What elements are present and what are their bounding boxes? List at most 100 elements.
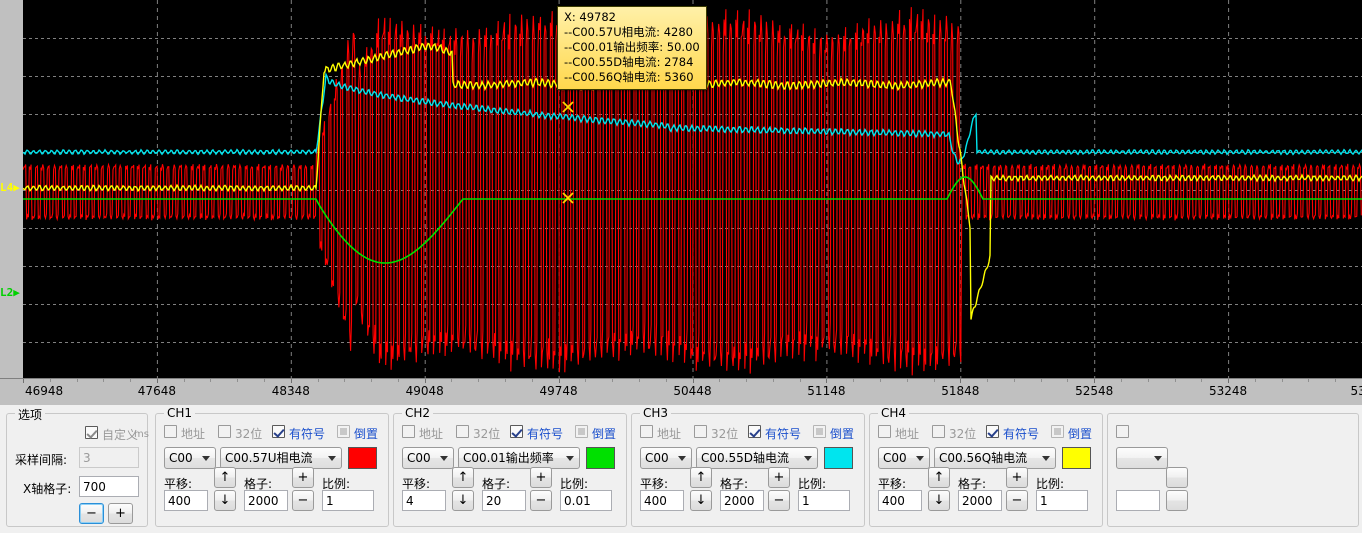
x-tick-mark [960, 379, 962, 383]
ch4-grid-decrease-button[interactable]: − [1006, 490, 1028, 511]
ch4-scale-input[interactable]: 1 [1036, 490, 1088, 511]
ch1-shift-up-button[interactable]: ↑ [214, 467, 236, 488]
ch1-shift-input[interactable]: 400 [164, 490, 208, 511]
ch1-grid-decrease-button[interactable]: − [292, 490, 314, 511]
ch2-shift-input[interactable]: 4 [402, 490, 446, 511]
ch3-shift-input[interactable]: 400 [640, 490, 684, 511]
ch4-shift-down-button[interactable]: ↓ [928, 490, 950, 511]
ch2-grid-input[interactable]: 20 [482, 490, 526, 511]
ch2-signed-checkbox[interactable] [510, 425, 523, 438]
ch1-signed-checkbox[interactable] [272, 425, 285, 438]
ch2-group-select[interactable]: C00 [402, 447, 454, 469]
ch4-invert-checkbox[interactable] [1051, 425, 1064, 438]
ch1-shift-down-button[interactable]: ↓ [214, 490, 236, 511]
sample-interval-input[interactable]: 3 [79, 447, 139, 468]
x-tick-minor [344, 379, 346, 382]
ch3-invert-checkbox[interactable] [813, 425, 826, 438]
ch1-32bit-checkbox[interactable] [218, 425, 231, 438]
ch2-32bit-checkbox[interactable] [456, 425, 469, 438]
ch3-32bit-checkbox[interactable] [694, 425, 707, 438]
x-tick-minor [210, 379, 212, 382]
x-tick-label: 47648 [137, 384, 176, 398]
x-tick-minor [183, 379, 185, 382]
ch4-grid-input[interactable]: 2000 [958, 490, 1002, 511]
x-tick-minor [1201, 379, 1203, 382]
x-tick-minor [585, 379, 587, 382]
ch4-grid-increase-button[interactable]: + [1006, 467, 1028, 488]
ch4-address-checkbox[interactable] [878, 425, 891, 438]
ch3-address-label: 地址 [657, 427, 682, 441]
custom-interval-checkbox[interactable] [85, 426, 98, 439]
ch4-group-select[interactable]: C00 [878, 447, 930, 469]
ch2-color-swatch[interactable] [586, 447, 615, 469]
x-tick-mark [23, 379, 24, 383]
ch3-shift-up-button[interactable]: ↑ [690, 467, 712, 488]
ch3-parameter-select[interactable]: C00.55D轴电流 [696, 447, 818, 469]
ch3-signed-checkbox[interactable] [748, 425, 761, 438]
channel-marker-l4[interactable]: L4▶ [0, 182, 20, 193]
ch4-signed-label: 有符号 [1003, 427, 1040, 441]
ch3-shift-down-button[interactable]: ↓ [690, 490, 712, 511]
x-tick-minor [478, 379, 480, 382]
ch5-address-checkbox[interactable] [1116, 425, 1129, 438]
ch4-shift-up-button[interactable]: ↑ [928, 467, 950, 488]
ch2-parameter-select[interactable]: C00.01输出频率 [458, 447, 580, 469]
x-tick-minor [933, 379, 935, 382]
ch4-color-swatch[interactable] [1062, 447, 1091, 469]
ch5-shift-up-button[interactable] [1166, 467, 1188, 488]
x-tick-mark [290, 379, 292, 383]
ch4-32bit-checkbox[interactable] [932, 425, 945, 438]
options-group: 选项 自定义 ms 采样间隔: 3 X轴格子: 700 − + [6, 406, 149, 527]
cursor-x-marker[interactable] [562, 192, 574, 204]
ch2-shift-down-button[interactable]: ↓ [452, 490, 474, 511]
channel-group-ch5-partial [1107, 413, 1359, 527]
ch5-group-select[interactable] [1116, 447, 1168, 469]
x-tick-label: 53248 [1209, 384, 1248, 398]
arrow-up-icon: ↑ [695, 470, 707, 485]
waveform-monitor-window: L4▶ L2▶ X: 49782 --C00.57U相电流: 4280 --C0… [0, 0, 1362, 533]
ch3-grid-increase-button[interactable]: + [768, 467, 790, 488]
ch1-grid-increase-button[interactable]: + [292, 467, 314, 488]
ch1-address-checkbox[interactable] [164, 425, 177, 438]
ch2-shift-up-button[interactable]: ↑ [452, 467, 474, 488]
ch2-scale-input[interactable]: 0.01 [560, 490, 612, 511]
ch4-parameter-select[interactable]: C00.56Q轴电流 [934, 447, 1056, 469]
ch1-scale-input[interactable]: 1 [322, 490, 374, 511]
x-tick-label: 51848 [941, 384, 980, 398]
channel-4-title: CH4 [878, 406, 910, 420]
x-grid-label: X轴格子: [23, 482, 72, 496]
x-grid-increase-button[interactable]: + [108, 503, 133, 524]
tooltip-line-ch3: --C00.55D轴电流: 2784 [564, 55, 694, 69]
ch3-color-swatch[interactable] [824, 447, 853, 469]
ch3-grid-decrease-button[interactable]: − [768, 490, 790, 511]
x-grid-decrease-button[interactable]: − [79, 503, 104, 524]
ch3-scale-input[interactable]: 1 [798, 490, 850, 511]
channel-group-ch2: CH2 地址 32位 有符号 倒置 C00 C00.01输出频率 平移: ↑ ↓ 4 格子: + −20 比… [393, 406, 627, 527]
ch3-grid-input[interactable]: 2000 [720, 490, 764, 511]
chevron-down-icon [566, 456, 574, 461]
ch1-group-select[interactable]: C00 [164, 447, 216, 469]
x-grid-input[interactable]: 700 [79, 476, 139, 497]
ch3-signed-label: 有符号 [765, 427, 802, 441]
cursor-x-marker[interactable] [562, 101, 574, 113]
ch2-invert-checkbox[interactable] [575, 425, 588, 438]
channel-marker-l2[interactable]: L2▶ [0, 287, 20, 298]
ch5-shift-input[interactable] [1116, 490, 1160, 511]
ch4-shift-input[interactable]: 400 [878, 490, 922, 511]
ch2-grid-decrease-button[interactable]: − [530, 490, 552, 511]
ch3-address-checkbox[interactable] [640, 425, 653, 438]
ch1-grid-input[interactable]: 2000 [244, 490, 288, 511]
ch5-shift-down-button[interactable] [1166, 490, 1188, 511]
x-tick-minor [505, 379, 507, 382]
ch4-signed-checkbox[interactable] [986, 425, 999, 438]
chevron-down-icon [1042, 456, 1050, 461]
ch2-grid-increase-button[interactable]: + [530, 467, 552, 488]
x-tick-minor [237, 379, 239, 382]
ch1-parameter-select[interactable]: C00.57U相电流 [220, 447, 342, 469]
ch1-color-swatch[interactable] [348, 447, 377, 469]
x-tick-minor [130, 379, 132, 382]
ch1-invert-checkbox[interactable] [337, 425, 350, 438]
x-tick-minor [665, 379, 667, 382]
ch3-group-select[interactable]: C00 [640, 447, 692, 469]
ch2-address-checkbox[interactable] [402, 425, 415, 438]
